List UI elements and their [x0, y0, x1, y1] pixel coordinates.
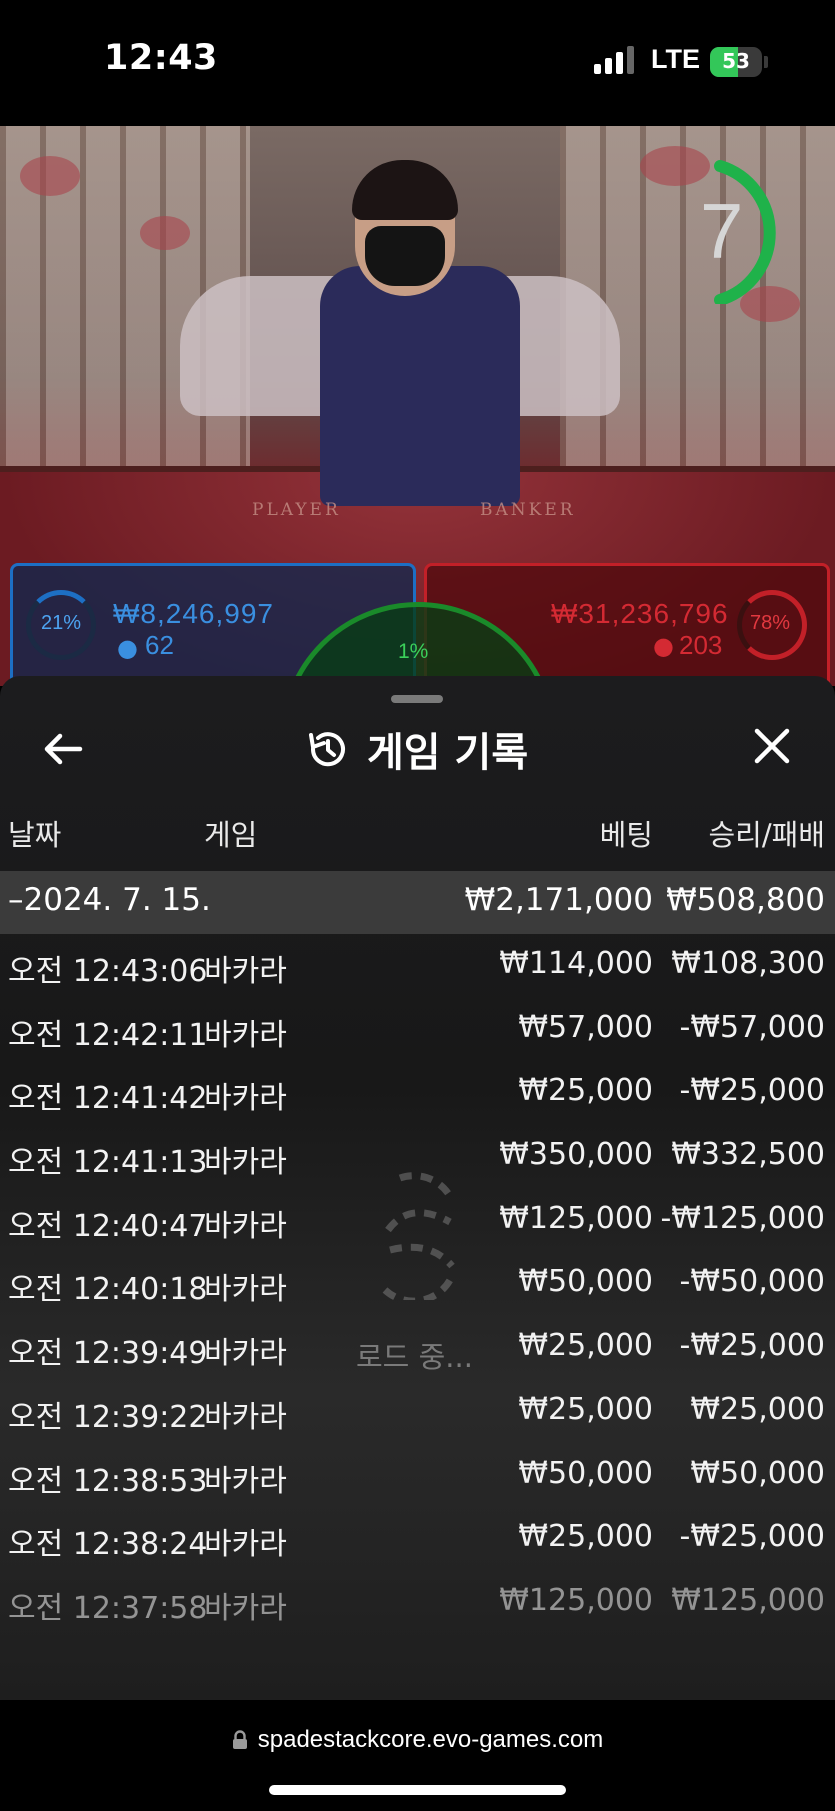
back-arrow-icon[interactable]	[40, 726, 86, 772]
dealer-hair	[352, 160, 458, 220]
row-game: 바카라	[204, 1081, 287, 1117]
row-bet: ₩50,000	[518, 1455, 653, 1491]
player-total-bet: ₩8,246,997	[113, 598, 274, 629]
row-game: 바카라	[204, 1272, 287, 1308]
player-bettor-count: 62	[145, 630, 174, 660]
date-summary-row[interactable]: –2024. 7. 15. ₩2,171,000 ₩508,800	[0, 871, 835, 934]
column-game: 게임	[204, 818, 258, 852]
tie-percent: 1%	[398, 640, 429, 663]
player-percent: 21%	[41, 612, 82, 634]
row-result: -₩125,000	[660, 1200, 825, 1236]
row-game: 바카라	[204, 954, 287, 989]
row-game: 바카라	[204, 1527, 287, 1563]
row-game: 바카라	[204, 1590, 287, 1626]
row-game: 바카라	[204, 1017, 287, 1053]
close-icon[interactable]	[752, 726, 792, 766]
row-time: 오전 12:40:18	[8, 1272, 208, 1308]
person-icon: ●	[117, 634, 138, 662]
browser-address-bar: spadestackcore.evo-games.com	[0, 1700, 835, 1811]
column-headers: 날짜 게임 베팅 승리/패배	[0, 804, 835, 856]
status-bar: 12:43 LTE 53	[0, 0, 835, 126]
blossom-decoration	[20, 156, 80, 196]
history-row[interactable]: 오전 12:43:06 바카라 ₩114,000 ₩108,300	[0, 934, 835, 998]
column-date: 날짜	[8, 818, 62, 852]
blossom-decoration	[140, 216, 190, 250]
drag-handle[interactable]	[391, 695, 443, 703]
history-row[interactable]: 오전 12:38:53 바카라 ₩50,000 ₩50,000	[0, 1444, 835, 1508]
sheet-title: 게임 기록	[367, 730, 529, 776]
row-result: ₩332,500	[671, 1137, 825, 1173]
url-text: spadestackcore.evo-games.com	[257, 1726, 604, 1753]
sheet-header: 게임 기록	[305, 720, 528, 778]
row-time: 오전 12:40:47	[8, 1208, 208, 1244]
row-game: 바카라	[204, 1145, 287, 1181]
row-time: 오전 12:38:24	[8, 1527, 208, 1563]
row-game: 바카라	[204, 1463, 287, 1499]
row-result: -₩25,000	[679, 1328, 825, 1364]
home-indicator[interactable]	[269, 1785, 566, 1795]
row-result: ₩50,000	[690, 1455, 825, 1491]
row-bet: ₩50,000	[518, 1264, 653, 1300]
loading-spinner-icon	[382, 1172, 456, 1300]
row-time: 오전 12:38:53	[8, 1463, 208, 1499]
row-time: 오전 12:39:22	[8, 1399, 208, 1435]
row-result: ₩125,000	[671, 1582, 825, 1618]
row-time: 오전 12:37:58	[8, 1590, 208, 1626]
history-row[interactable]: 오전 12:41:42 바카라 ₩25,000 -₩25,000	[0, 1061, 835, 1125]
history-row[interactable]: 오전 12:38:24 바카라 ₩25,000 -₩25,000	[0, 1507, 835, 1571]
row-game: 바카라	[204, 1336, 287, 1372]
dealer-vest	[320, 266, 520, 506]
lock-icon	[232, 1730, 247, 1749]
row-time: 오전 12:41:42	[8, 1081, 208, 1117]
row-result: -₩25,000	[679, 1073, 825, 1109]
row-bet: ₩25,000	[518, 1519, 653, 1555]
felt-label-banker: BANKER	[480, 500, 576, 520]
row-time: 오전 12:39:49	[8, 1336, 208, 1372]
person-icon: ●	[653, 632, 674, 660]
row-result: -₩50,000	[679, 1264, 825, 1300]
summary-result: ₩508,800	[666, 882, 825, 918]
dealer-mask	[365, 226, 445, 286]
network-label: LTE	[651, 44, 700, 74]
row-bet: ₩57,000	[518, 1009, 653, 1045]
banker-percent: 78%	[750, 612, 791, 634]
summary-date: –2024. 7. 15.	[8, 882, 211, 918]
row-bet: ₩350,000	[499, 1137, 653, 1173]
row-bet: ₩125,000	[499, 1582, 653, 1618]
column-result: 승리/패배	[708, 818, 826, 852]
banker-bettor-count: 203	[679, 630, 723, 660]
row-time: 오전 12:42:11	[8, 1017, 208, 1053]
row-result: ₩108,300	[671, 946, 825, 981]
countdown-number: 7	[700, 187, 744, 275]
row-result: -₩57,000	[679, 1009, 825, 1045]
battery-icon: 53	[710, 47, 762, 77]
history-icon	[309, 732, 345, 767]
game-history-sheet: 게임 기록 날짜 게임 베팅 승리/패배 –2024. 7. 15. ₩2,17…	[0, 676, 835, 1700]
banker-total-bet: ₩31,236,796	[551, 598, 729, 629]
history-row[interactable]: 오전 12:42:11 바카라 ₩57,000 -₩57,000	[0, 998, 835, 1062]
row-bet: ₩25,000	[518, 1328, 653, 1364]
history-row[interactable]: 오전 12:39:22 바카라 ₩25,000 ₩25,000	[0, 1380, 835, 1444]
row-bet: ₩25,000	[518, 1391, 653, 1427]
felt-label-player: PLAYER	[252, 500, 341, 520]
row-bet: ₩114,000	[499, 946, 653, 981]
row-game: 바카라	[204, 1399, 287, 1435]
row-time: 오전 12:43:06	[8, 954, 208, 989]
status-time: 12:43	[104, 38, 218, 78]
row-result: -₩25,000	[679, 1519, 825, 1555]
row-game: 바카라	[204, 1208, 287, 1244]
url-field[interactable]: spadestackcore.evo-games.com	[0, 1726, 835, 1754]
battery-level: 53	[722, 49, 750, 73]
history-row[interactable]: 오전 12:37:58 바카라 ₩125,000 ₩125,000	[0, 1571, 835, 1635]
signal-icon	[594, 46, 634, 74]
summary-bet: ₩2,171,000	[464, 882, 653, 918]
row-result: ₩25,000	[690, 1391, 825, 1427]
battery-tip	[764, 56, 768, 68]
row-bet: ₩125,000	[499, 1200, 653, 1236]
loading-text: 로드 중...	[356, 1340, 473, 1374]
column-bet: 베팅	[599, 818, 653, 852]
row-time: 오전 12:41:13	[8, 1145, 208, 1181]
row-bet: ₩25,000	[518, 1073, 653, 1109]
